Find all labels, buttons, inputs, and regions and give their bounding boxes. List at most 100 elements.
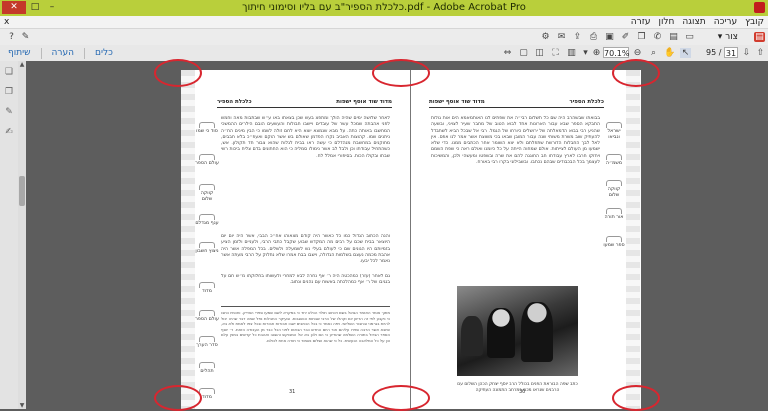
running-head-right: מדוד שוד אוסף ישפות [336, 99, 392, 105]
document-viewer[interactable]: מדוד שוד אוסף ישפות כלכלת הספיר סוד כי ש… [26, 59, 768, 411]
create-button[interactable]: ▾ צור [718, 31, 738, 43]
read-mode-icon[interactable]: ▥ [566, 48, 577, 58]
footnote-text: מתוך אומר האזמר הגואל בשם ויכתוב תולד הכ… [221, 310, 390, 343]
annotation-circle [372, 59, 430, 87]
footnote-rule [221, 306, 390, 307]
zoom-out-icon[interactable]: ⊖ [632, 48, 643, 58]
photo-figure [521, 302, 553, 362]
zoom-in-icon[interactable]: ⊕ [591, 48, 602, 58]
annotation-circle [612, 385, 660, 411]
help-icon[interactable]: ? [6, 32, 17, 42]
running-head: מדוד שוד אוסף ישפות כלכלת הספיר [217, 98, 392, 108]
save-icon[interactable]: ▣ [604, 32, 615, 42]
email-icon[interactable]: ✆ [652, 32, 663, 42]
layout-icon[interactable]: ▤ [668, 32, 679, 42]
page-right: כלכלת הספיר מדוד שוד אוסף ישפות ישראל ונ… [411, 70, 640, 409]
photo [457, 286, 578, 376]
attachments-icon[interactable]: ✎ [3, 107, 15, 118]
title-bar: ✕ □ – כלכלת הספיר"ב עם בליו וסימוני חיתו… [0, 0, 768, 16]
page-thumbnails-icon[interactable]: ❏ [3, 67, 15, 78]
page-number: 30 [519, 389, 526, 395]
scrollbar-thumb[interactable] [19, 176, 25, 206]
menu-help[interactable]: עזרה [631, 16, 651, 28]
fit-width-icon[interactable]: ⇔ [502, 48, 513, 58]
share-link[interactable]: שיתוף [8, 47, 31, 59]
navigation-pane: ❏ ❐ ✎ ✍ [0, 61, 19, 409]
running-head: כלכלת הספיר מדוד שוד אוסף ישפות [429, 98, 604, 108]
margin-note: קווקה שלום [195, 184, 219, 203]
margin-note: מדוד [195, 282, 219, 295]
margin-note: עולם הספר [195, 310, 219, 323]
vertical-scrollbar[interactable]: ▲ ▼ [18, 61, 26, 409]
share-icon[interactable]: ⇪ [572, 32, 583, 42]
hand-tool-icon[interactable]: ✋ [664, 48, 675, 58]
fit-page-icon[interactable]: ▢ [518, 48, 529, 58]
scroll-up-icon[interactable]: ▲ [18, 61, 26, 68]
page-spread: מדוד שוד אוסף ישפות כלכלת הספיר סוד כי ש… [181, 70, 641, 409]
zoom-field[interactable]: 70.1% [603, 47, 629, 58]
close-document-icon[interactable]: x [4, 16, 9, 28]
signatures-icon[interactable]: ✍ [3, 127, 15, 138]
right-pane-links: שיתוף הערה כלים [8, 47, 113, 59]
create-pdf-icon[interactable]: ▤ [754, 32, 765, 42]
photo-caption: כתב שפה הבוראת הפנים בכולל הרב יוסף יצחק… [457, 382, 578, 393]
running-head-left: כלכלת הספיר [217, 99, 252, 105]
running-head-left: מדוד שוד אוסף ישפות [429, 99, 485, 105]
main-toolbar: ? ✎ ⚙ ✉ ⇪ ⎙ ▣ ✐ ❐ ✆ ▤ ▭ ▾ צור ▤ [0, 29, 768, 46]
tools-link[interactable]: כלים [95, 47, 113, 59]
margin-note: סוד כי שמו [195, 122, 219, 135]
settings-icon[interactable]: ⚙ [540, 32, 551, 42]
running-head-right: כלכלת הספיר [569, 99, 604, 105]
stamp-icon[interactable]: ❐ [636, 32, 647, 42]
create-button-arrow: ▾ [717, 32, 723, 42]
print-icon[interactable]: ⎙ [588, 32, 599, 42]
margin-note: סדר הערך [195, 336, 219, 349]
fullscreen-icon[interactable]: ⛶ [550, 48, 561, 58]
bookmarks-icon[interactable]: ❐ [3, 87, 15, 98]
margin-note: ניצוץ חשבון [195, 242, 219, 255]
menu-window[interactable]: חלון [659, 16, 675, 28]
margin-note: ענף מגדלם [195, 214, 219, 227]
window-title: כלכלת הספיר"ב עם בליו וסימוני חיתוך.pdf … [242, 2, 526, 13]
annotation-circle [612, 59, 660, 87]
body-paragraph: בבואתו שבשהרב היה שם כל תשלום רבי״ה את ש… [431, 116, 600, 166]
annotation-circle [154, 59, 202, 87]
create-button-label: צור [725, 32, 738, 42]
page-number-field[interactable]: 31 [724, 47, 738, 58]
annotation-circle [154, 385, 202, 411]
menu-edit[interactable]: עריכה [714, 16, 737, 28]
margin-note: קווקה שלום [602, 180, 626, 199]
marquee-zoom-icon[interactable]: ⌕ [648, 48, 659, 58]
margin-note: משמ״ה [602, 154, 626, 167]
body-paragraph: גם לאחר (עזר) כמהכטה היה ר׳ אף נחרה לבא … [221, 274, 390, 286]
two-page-icon[interactable]: ◫ [534, 48, 545, 58]
edit-icon[interactable]: ✐ [620, 32, 631, 42]
menu-view[interactable]: תצוגה [682, 16, 705, 28]
separator [40, 48, 42, 59]
menu-bar: x קובץ עריכה תצוגה חלון עזרה [0, 16, 768, 29]
page-border-pattern [181, 70, 195, 409]
open-icon[interactable]: ▭ [684, 32, 695, 42]
previous-page-icon[interactable]: ⇧ [755, 48, 766, 58]
body-paragraph: והנה הכתוב הגדול כמו כל כאשר היה קודם מצ… [221, 234, 390, 265]
margin-note: אור תורה [602, 208, 626, 221]
comment-link[interactable]: הערה [52, 47, 74, 59]
next-page-icon[interactable]: ⇩ [741, 48, 752, 58]
zoom-dropdown-icon[interactable]: ▾ [580, 48, 591, 58]
margin-note: ספר שמעו [602, 236, 626, 249]
separator [84, 48, 85, 59]
menu-file[interactable]: קובץ [745, 16, 764, 28]
comment-icon[interactable]: ✉ [556, 32, 567, 42]
page-border-pattern [626, 70, 640, 409]
acrobat-app-icon [754, 2, 765, 13]
margin-note: תהלים [195, 362, 219, 375]
select-tool-icon[interactable]: ↖ [680, 48, 691, 58]
annotation-circle [372, 385, 430, 411]
scroll-down-icon[interactable]: ▼ [18, 402, 26, 409]
margin-note: ישראל ונביאו [602, 122, 626, 141]
margin-note: עולם הספר [195, 154, 219, 167]
page-number: 31 [289, 389, 296, 395]
navigation-toolbar: שיתוף הערה כלים ⇔ ▢ ◫ ⛶ ▥ ▾ ⊕ 70.1% ⊖ ⌕ … [0, 45, 768, 62]
pencil-icon[interactable]: ✎ [20, 32, 31, 42]
body-paragraph: לאחר שלושה ימים שהיה הולך ומתפצ בעש שכן … [221, 116, 390, 159]
